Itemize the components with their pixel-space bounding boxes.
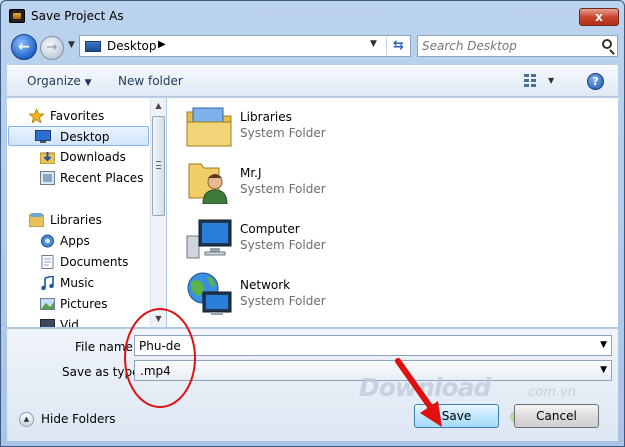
- sidebar-item-pictures[interactable]: Pictures: [7, 294, 150, 314]
- hide-folders-button[interactable]: ▲ Hide Folders: [19, 410, 129, 430]
- toolbar: Organize ▼ New folder ▼ ?: [7, 65, 618, 97]
- sidebar-item-favorites[interactable]: Favorites: [7, 106, 150, 126]
- organize-label: Organize: [27, 74, 81, 88]
- file-item-type: System Folder: [240, 238, 326, 252]
- file-item-name: Computer: [240, 222, 300, 236]
- window-title: Save Project As: [31, 9, 124, 23]
- sidebar-item-apps[interactable]: Apps: [7, 231, 150, 251]
- sidebar-item-recent-places[interactable]: Recent Places: [7, 168, 150, 188]
- downloads-icon: [39, 150, 56, 165]
- grip-icon: [156, 161, 161, 169]
- help-icon[interactable]: ?: [587, 73, 604, 90]
- file-name-dropdown-icon[interactable]: ▼: [600, 340, 607, 350]
- back-arrow-icon: ←: [18, 39, 30, 55]
- file-item-user[interactable]: Mr.J System Folder: [185, 158, 385, 210]
- search-icon[interactable]: [602, 39, 612, 49]
- sidebar-item-label: Recent Places: [60, 171, 144, 185]
- chevron-down-icon: ▼: [84, 78, 92, 88]
- file-item-libraries[interactable]: Libraries System Folder: [185, 102, 385, 154]
- file-item-name: Libraries: [240, 110, 292, 124]
- back-button[interactable]: ←: [11, 34, 37, 60]
- file-name-input[interactable]: [139, 338, 579, 354]
- close-button[interactable]: x: [579, 8, 619, 26]
- annotation-arrow-icon: [395, 358, 442, 427]
- libraries-folder-icon: [185, 104, 233, 148]
- file-item-computer[interactable]: Computer System Folder: [185, 214, 385, 266]
- sidebar-item-music[interactable]: Music: [7, 273, 150, 293]
- breadcrumb-arrow-icon[interactable]: ▶: [158, 39, 166, 50]
- address-location[interactable]: Desktop: [107, 39, 157, 53]
- refresh-button[interactable]: ⇆: [386, 37, 410, 55]
- sidebar-item-videos[interactable]: Vid: [7, 315, 150, 327]
- search-box[interactable]: [417, 35, 618, 57]
- sidebar-item-documents[interactable]: Documents: [7, 252, 150, 272]
- sidebar-item-desktop[interactable]: Desktop: [8, 126, 149, 146]
- file-item-network[interactable]: Network System Folder: [185, 270, 385, 322]
- file-item-type: System Folder: [240, 126, 326, 140]
- sidebar-item-libraries[interactable]: Libraries: [7, 210, 150, 230]
- sidebar-item-label: Downloads: [60, 150, 126, 164]
- file-item-type: System Folder: [240, 182, 326, 196]
- sidebar-scrollbar[interactable]: ▲ ▼: [150, 98, 166, 327]
- navigation-pane: Favorites Desktop Downloads Recent Place…: [7, 98, 166, 327]
- file-list: Libraries System Folder Mr.J System Fold…: [167, 98, 618, 327]
- sidebar-item-label: Pictures: [60, 297, 108, 311]
- star-icon: [27, 107, 46, 125]
- sidebar-item-downloads[interactable]: Downloads: [7, 147, 150, 167]
- recent-pages-dropdown-icon[interactable]: ▼: [68, 40, 75, 50]
- file-name-combo[interactable]: ▼: [134, 335, 612, 356]
- scroll-up-icon[interactable]: ▲: [151, 98, 166, 114]
- sidebar-item-label: Desktop: [60, 130, 110, 144]
- file-item-name: Mr.J: [240, 166, 262, 180]
- address-bar[interactable]: Desktop ▶ ▼ ⇆: [79, 35, 411, 57]
- organize-button[interactable]: Organize ▼: [27, 74, 92, 88]
- refresh-icon: ⇆: [393, 38, 404, 53]
- title-bar: Save Project As x: [1, 1, 624, 31]
- save-as-type-dropdown-icon[interactable]: ▼: [600, 365, 607, 375]
- sidebar-item-label: Vid: [60, 318, 79, 327]
- apps-icon: [40, 234, 55, 248]
- save-form: File name: ▼ Save as type: .mp4 ▼ Downlo…: [7, 328, 618, 441]
- chevron-up-icon: ▲: [19, 412, 34, 427]
- view-options-dropdown-icon[interactable]: ▼: [548, 76, 554, 85]
- recent-places-icon: [40, 171, 55, 185]
- new-folder-button[interactable]: New folder: [118, 74, 183, 88]
- search-input[interactable]: [422, 38, 592, 54]
- address-dropdown-icon[interactable]: ▼: [370, 39, 377, 49]
- app-icon: [9, 9, 25, 23]
- pictures-icon: [40, 297, 55, 311]
- music-icon: [40, 274, 55, 291]
- user-folder-icon: [185, 160, 233, 205]
- cancel-button[interactable]: Cancel: [514, 404, 599, 428]
- file-item-name: Network: [240, 278, 291, 292]
- sidebar-item-label: Libraries: [50, 213, 102, 227]
- computer-icon: [185, 216, 233, 260]
- navigation-bar: ← → ▼ Desktop ▶ ▼ ⇆: [7, 33, 618, 61]
- sidebar-item-label: Music: [60, 276, 95, 290]
- file-item-type: System Folder: [240, 294, 326, 308]
- hide-folders-label: Hide Folders: [41, 412, 116, 426]
- videos-icon: [40, 318, 55, 327]
- sidebar-item-label: Favorites: [50, 109, 105, 123]
- network-icon: [185, 272, 233, 316]
- desktop-location-icon: [85, 41, 101, 52]
- libraries-icon: [28, 213, 45, 228]
- desktop-icon: [35, 130, 51, 144]
- forward-button[interactable]: →: [40, 36, 64, 60]
- documents-icon: [40, 255, 55, 269]
- sidebar-item-label: Documents: [60, 255, 129, 269]
- change-view-icon[interactable]: [524, 74, 538, 88]
- forward-arrow-icon: →: [46, 40, 58, 55]
- sidebar-item-label: Apps: [60, 234, 90, 248]
- save-dialog-window: Save Project As x ← → ▼ Desktop ▶ ▼ ⇆ Or…: [0, 0, 625, 447]
- annotation-circle: [124, 308, 196, 408]
- scrollbar-thumb[interactable]: [152, 116, 165, 216]
- watermark-suffix: .com.vn: [524, 385, 576, 400]
